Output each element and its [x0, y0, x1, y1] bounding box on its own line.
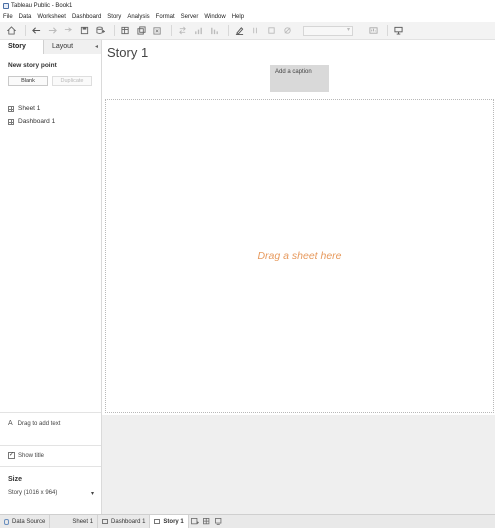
dashboard-icon	[8, 118, 14, 125]
tab-data-source[interactable]: Data Source	[0, 515, 51, 528]
text-object-icon: A	[8, 420, 13, 427]
drag-text-object[interactable]: A Drag to add text	[8, 420, 60, 427]
new-worksheet-icon[interactable]	[189, 515, 201, 528]
toolbar-separator	[387, 25, 388, 36]
tab-layout-label: Layout	[52, 43, 74, 50]
sheet-item-label: Dashboard 1	[18, 118, 56, 125]
menu-help[interactable]: Help	[232, 14, 244, 20]
divider	[0, 412, 101, 413]
sheet-tab-bar: Data Source Sheet 1 Dashboard 1 Story 1	[0, 514, 495, 528]
show-me-icon[interactable]	[367, 25, 379, 37]
tab-story-1[interactable]: Story 1	[150, 515, 189, 528]
story-canvas: Story 1 Add a caption Drag a sheet here	[102, 40, 495, 514]
menu-server[interactable]: Server	[181, 14, 199, 20]
undo-icon[interactable]	[30, 25, 42, 37]
fit-dropdown[interactable]	[303, 25, 353, 36]
story-title[interactable]: Story 1	[107, 45, 148, 60]
label-icon[interactable]	[265, 25, 277, 37]
tableau-app-icon	[3, 2, 9, 9]
sheet-drop-zone[interactable]: Drag a sheet here	[105, 99, 494, 413]
story-icon	[154, 519, 161, 524]
divider	[0, 466, 101, 467]
menu-worksheet[interactable]: Worksheet	[37, 14, 66, 20]
new-story-point-heading: New story point	[8, 62, 57, 69]
toolbar-separator	[171, 25, 172, 36]
canvas-margin	[102, 415, 495, 514]
size-dropdown[interactable]: Story (1016 x 964) ▾	[8, 490, 94, 497]
tab-story[interactable]: Story	[0, 40, 44, 54]
clear-icon[interactable]	[151, 25, 163, 37]
show-title-option: ✓ Show title	[8, 452, 44, 459]
drop-placeholder: Drag a sheet here	[257, 250, 342, 262]
menu-bar: File Data Worksheet Dashboard Story Anal…	[0, 11, 495, 22]
group-icon[interactable]	[249, 25, 261, 37]
menu-format[interactable]: Format	[156, 14, 175, 20]
toolbar-separator	[228, 25, 229, 36]
story-pane: Story Layout ◂ New story point Blank Dup…	[0, 40, 102, 514]
menu-analysis[interactable]: Analysis	[127, 14, 149, 20]
highlight-icon[interactable]	[233, 25, 245, 37]
title-bar: Tableau Public - Book1	[0, 0, 495, 11]
worksheet-icon	[8, 105, 14, 112]
caption-box[interactable]: Add a caption	[270, 65, 329, 92]
add-datasource-icon[interactable]	[94, 25, 106, 37]
redo-dropdown-icon[interactable]	[62, 25, 74, 37]
tab-label: Data Source	[12, 518, 46, 525]
drag-text-label: Drag to add text	[17, 420, 61, 427]
toolbar-separator	[114, 25, 115, 36]
sheet-item-dashboard-1[interactable]: Dashboard 1	[8, 115, 55, 128]
toolbar-separator	[25, 25, 26, 36]
fix-axes-icon[interactable]	[281, 25, 293, 37]
collapse-pane-icon[interactable]: ◂	[95, 40, 98, 54]
window-title: Tableau Public - Book1	[11, 2, 73, 9]
new-dashboard-icon[interactable]	[201, 515, 213, 528]
sheet-item-sheet-1[interactable]: Sheet 1	[8, 102, 55, 115]
blank-button[interactable]: Blank	[8, 76, 48, 86]
pane-tabs: Story Layout ◂	[0, 40, 101, 54]
sort-descending-icon[interactable]	[208, 25, 220, 37]
divider	[0, 445, 101, 446]
home-icon[interactable]	[5, 25, 17, 37]
tab-label: Story 1	[163, 518, 184, 525]
sort-ascending-icon[interactable]	[192, 25, 204, 37]
menu-file[interactable]: File	[3, 14, 13, 20]
menu-story[interactable]: Story	[107, 14, 121, 20]
dashboard-icon	[102, 519, 109, 524]
tab-label: Dashboard 1	[111, 518, 146, 525]
sheet-list: Sheet 1 Dashboard 1	[8, 102, 55, 128]
swap-icon[interactable]	[176, 25, 188, 37]
sheet-item-label: Sheet 1	[18, 105, 41, 112]
menu-dashboard[interactable]: Dashboard	[72, 14, 101, 20]
redo-icon[interactable]	[46, 25, 58, 37]
menu-data[interactable]: Data	[19, 14, 32, 20]
toolbar	[0, 22, 495, 40]
presentation-icon[interactable]	[392, 25, 404, 37]
tab-label: Sheet 1	[72, 518, 94, 525]
show-title-checkbox[interactable]: ✓	[8, 452, 15, 459]
datasource-icon	[4, 518, 9, 525]
save-icon[interactable]	[78, 25, 90, 37]
duplicate-icon[interactable]	[135, 25, 147, 37]
menu-window[interactable]: Window	[204, 14, 225, 20]
tab-dashboard-1[interactable]: Dashboard 1	[98, 515, 151, 528]
new-sheet-icon[interactable]	[119, 25, 131, 37]
tab-sheet-1[interactable]: Sheet 1	[50, 515, 99, 528]
size-value: Story (1016 x 964)	[8, 490, 58, 496]
tab-layout[interactable]: Layout ◂	[44, 40, 101, 54]
size-heading: Size	[8, 476, 23, 483]
show-title-label: Show title	[18, 452, 45, 459]
chevron-down-icon: ▾	[90, 491, 94, 497]
new-story-icon[interactable]	[213, 515, 225, 528]
duplicate-button[interactable]: Duplicate	[52, 76, 92, 86]
app-window: Tableau Public - Book1 File Data Workshe…	[0, 0, 495, 528]
